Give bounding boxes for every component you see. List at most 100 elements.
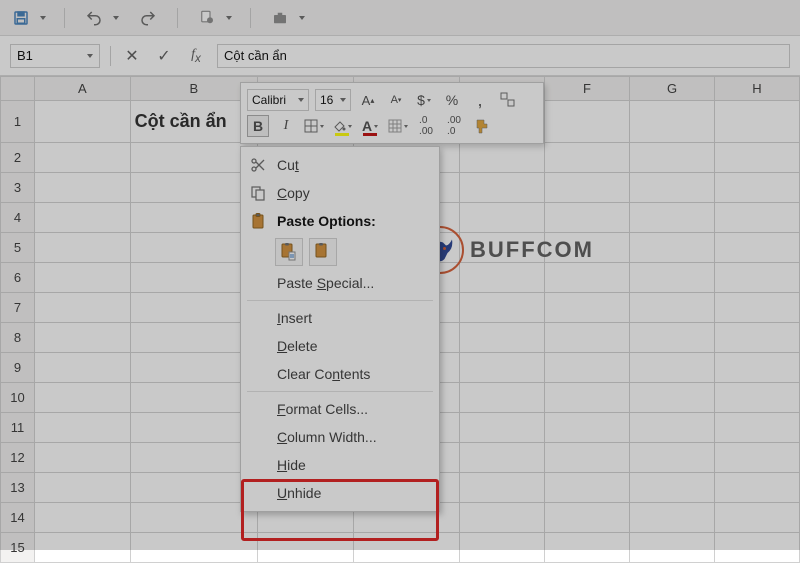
context-menu-unhide[interactable]: Unhide <box>241 479 439 507</box>
context-menu-clear-contents[interactable]: Clear Contents <box>241 360 439 388</box>
row-header[interactable]: 2 <box>1 143 35 173</box>
row-header[interactable]: 8 <box>1 323 35 353</box>
increase-decimal-icon[interactable]: .0.00 <box>415 115 437 137</box>
row-header[interactable]: 6 <box>1 263 35 293</box>
cell[interactable] <box>715 263 800 293</box>
cell[interactable] <box>460 533 545 563</box>
row-header[interactable]: 9 <box>1 353 35 383</box>
font-color-dropdown-icon[interactable]: A <box>359 115 381 137</box>
context-menu-format-cells[interactable]: Format Cells... <box>241 395 439 423</box>
redo-icon[interactable] <box>137 7 159 29</box>
context-menu-column-width[interactable]: Column Width... <box>241 423 439 451</box>
bold-button[interactable]: B <box>247 115 269 137</box>
cell[interactable] <box>460 143 545 173</box>
context-menu-hide[interactable]: Hide <box>241 451 439 479</box>
cell[interactable] <box>715 503 800 533</box>
column-header-g[interactable]: G <box>630 77 715 101</box>
cell[interactable] <box>545 533 630 563</box>
cell[interactable] <box>460 293 545 323</box>
row-header[interactable]: 1 <box>1 101 35 143</box>
name-box[interactable]: B1 <box>10 44 100 68</box>
cell[interactable] <box>35 383 131 413</box>
cell[interactable] <box>35 203 131 233</box>
cell[interactable] <box>630 203 715 233</box>
row-header[interactable]: 13 <box>1 473 35 503</box>
cell[interactable] <box>715 413 800 443</box>
cell[interactable] <box>35 263 131 293</box>
cell[interactable] <box>630 503 715 533</box>
cell[interactable] <box>35 503 131 533</box>
cell[interactable] <box>460 173 545 203</box>
borders-dropdown-icon[interactable] <box>303 115 325 137</box>
context-menu-cut[interactable]: Cut <box>241 151 439 179</box>
borders-grid-icon[interactable] <box>387 115 409 137</box>
cell[interactable] <box>630 173 715 203</box>
column-header-f[interactable]: F <box>545 77 630 101</box>
cell[interactable] <box>715 383 800 413</box>
chevron-down-icon[interactable] <box>226 16 232 20</box>
cell[interactable] <box>715 443 800 473</box>
cell[interactable] <box>130 323 258 353</box>
cell[interactable] <box>460 473 545 503</box>
cell[interactable] <box>715 353 800 383</box>
cancel-icon[interactable]: ✕ <box>121 45 143 67</box>
column-header-h[interactable]: H <box>715 77 800 101</box>
cell[interactable] <box>715 143 800 173</box>
cell[interactable] <box>35 143 131 173</box>
cell[interactable] <box>715 323 800 353</box>
formula-bar-input[interactable]: Cột cần ẩn <box>217 44 790 68</box>
cell[interactable] <box>715 293 800 323</box>
cell[interactable] <box>545 323 630 353</box>
context-menu-paste-special[interactable]: Paste Special... <box>241 269 439 297</box>
context-menu-delete[interactable]: Delete <box>241 332 439 360</box>
cell[interactable] <box>630 443 715 473</box>
cell[interactable] <box>130 233 258 263</box>
cell[interactable] <box>130 383 258 413</box>
cell[interactable] <box>258 533 354 563</box>
cell[interactable] <box>545 143 630 173</box>
cell[interactable] <box>353 533 459 563</box>
paste-option-values-icon[interactable] <box>309 238 337 266</box>
cell[interactable] <box>630 473 715 503</box>
cell[interactable] <box>630 533 715 563</box>
cell[interactable] <box>130 533 258 563</box>
font-size-dropdown[interactable]: 16 <box>315 89 351 111</box>
row-header[interactable]: 7 <box>1 293 35 323</box>
fx-icon[interactable]: fx <box>185 45 207 67</box>
font-name-dropdown[interactable]: Calibri <box>247 89 309 111</box>
cell[interactable] <box>545 503 630 533</box>
chevron-down-icon[interactable] <box>40 16 46 20</box>
cell[interactable] <box>715 101 800 143</box>
context-menu-insert[interactable]: Insert <box>241 304 439 332</box>
cell[interactable] <box>130 503 258 533</box>
cell[interactable] <box>130 173 258 203</box>
paste-option-keep-source-icon[interactable] <box>275 238 303 266</box>
cell[interactable] <box>460 353 545 383</box>
cell[interactable] <box>35 533 131 563</box>
chevron-down-icon[interactable] <box>299 16 305 20</box>
document-properties-icon[interactable] <box>196 7 218 29</box>
cell[interactable] <box>715 203 800 233</box>
cell[interactable] <box>545 101 630 143</box>
chevron-down-icon[interactable] <box>113 16 119 20</box>
cell[interactable] <box>630 101 715 143</box>
italic-button[interactable]: I <box>275 115 297 137</box>
save-icon[interactable] <box>10 7 32 29</box>
cell[interactable] <box>630 233 715 263</box>
cell[interactable] <box>545 473 630 503</box>
cell[interactable] <box>130 443 258 473</box>
increase-font-icon[interactable]: A▴ <box>357 89 379 111</box>
fill-color-dropdown-icon[interactable] <box>331 115 353 137</box>
cell[interactable] <box>35 233 131 263</box>
column-header-a[interactable]: A <box>35 77 131 101</box>
cell[interactable] <box>460 323 545 353</box>
cell[interactable] <box>545 293 630 323</box>
cell[interactable] <box>630 353 715 383</box>
cell[interactable] <box>545 383 630 413</box>
row-header[interactable]: 12 <box>1 443 35 473</box>
row-header[interactable]: 11 <box>1 413 35 443</box>
cell[interactable] <box>35 101 131 143</box>
cell[interactable] <box>130 263 258 293</box>
cell[interactable] <box>460 443 545 473</box>
cell[interactable] <box>715 173 800 203</box>
